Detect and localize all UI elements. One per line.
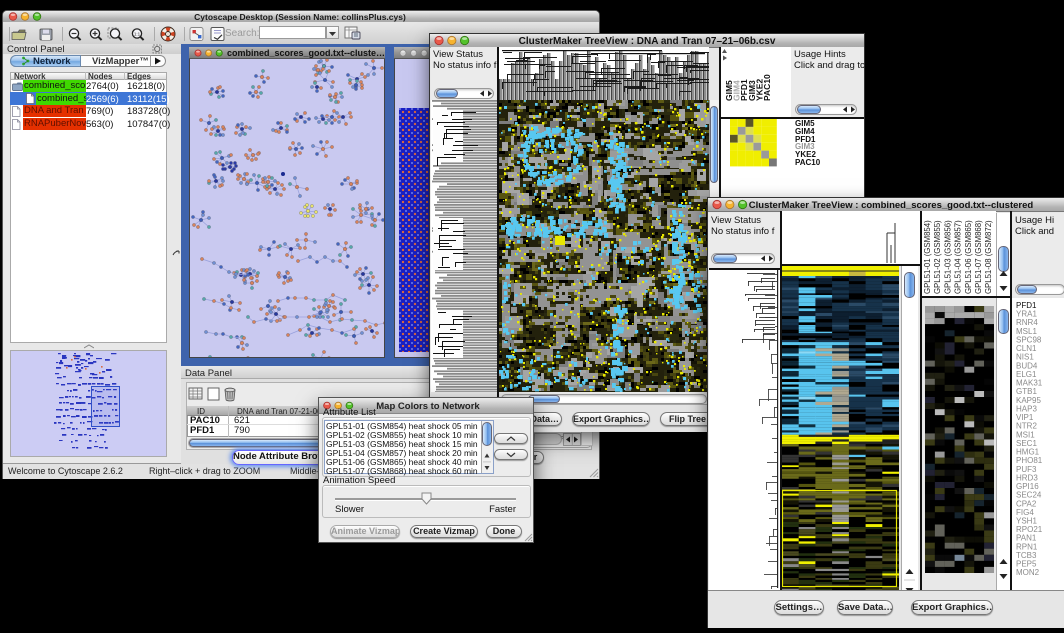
svg-text:HMG1: HMG1 (1016, 448, 1040, 457)
svg-text:GPL51-01 (GSM854): GPL51-01 (GSM854) (923, 220, 932, 294)
svg-text:MON2: MON2 (1016, 568, 1040, 577)
svg-text:GPL51-08 (GSM872): GPL51-08 (GSM872) (984, 220, 993, 294)
svg-text:GPL51-02 (GSM855): GPL51-02 (GSM855) (933, 220, 942, 294)
svg-text:PAN1: PAN1 (1016, 534, 1037, 543)
svg-text:1:1: 1:1 (134, 32, 141, 37)
svg-text:GPL51-06 (GSM865): GPL51-06 (GSM865) (964, 220, 973, 294)
svg-text:GPL51-03 (GSM856): GPL51-03 (GSM856) (943, 220, 952, 294)
svg-text:GPL51-07 (GSM868): GPL51-07 (GSM868) (974, 220, 983, 294)
svg-text:HAP3: HAP3 (1016, 404, 1037, 413)
svg-text:SEC24: SEC24 (1016, 491, 1042, 500)
svg-text:PAC10: PAC10 (762, 74, 772, 101)
svg-text:RNR4: RNR4 (1016, 318, 1038, 327)
svg-text:GPL51-04 (GSM857): GPL51-04 (GSM857) (954, 220, 963, 294)
svg-text:BUD4: BUD4 (1016, 361, 1038, 370)
